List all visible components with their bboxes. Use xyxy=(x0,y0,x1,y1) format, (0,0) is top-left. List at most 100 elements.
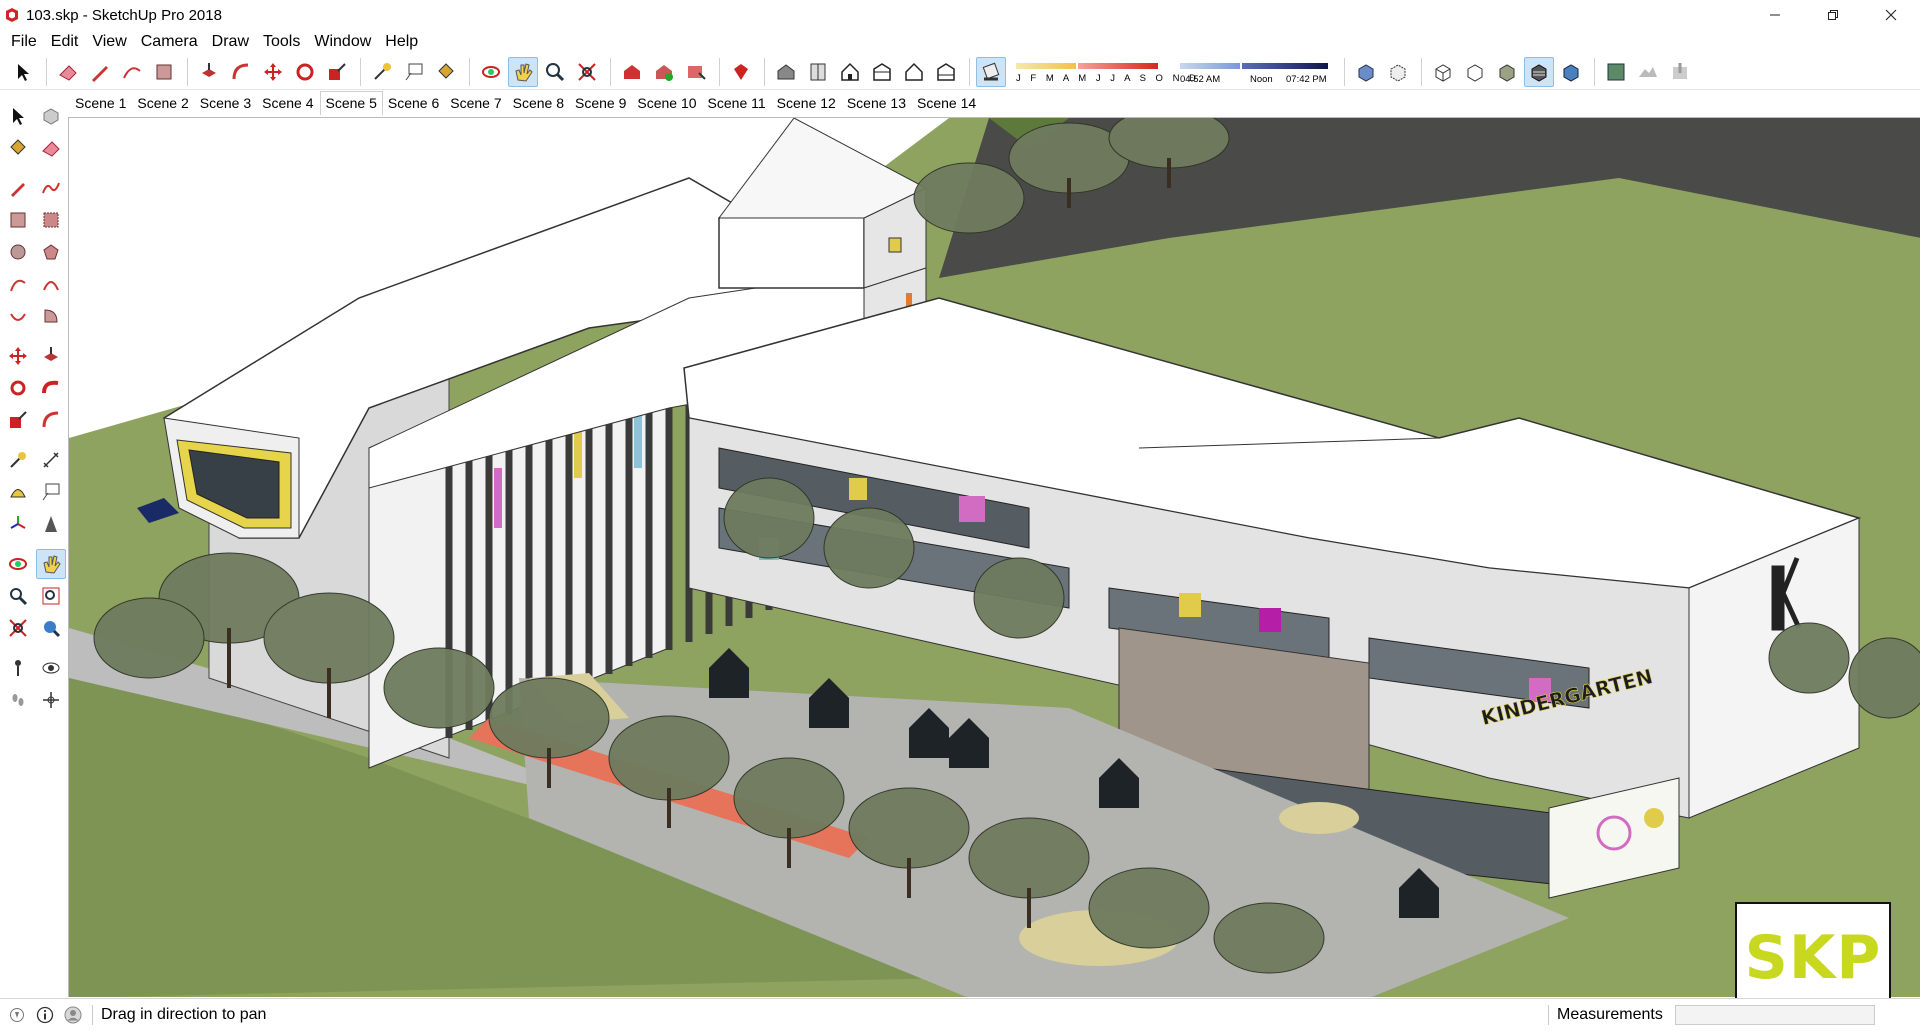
palette-arc-button[interactable] xyxy=(3,269,33,299)
palette-line-button[interactable] xyxy=(3,173,33,203)
tab-scene-14[interactable]: Scene 14 xyxy=(912,93,982,115)
credits-status[interactable] xyxy=(34,1004,56,1026)
tab-scene-7[interactable]: Scene 7 xyxy=(445,93,507,115)
eraser-tool-button[interactable] xyxy=(53,57,83,87)
menu-edit[interactable]: Edit xyxy=(44,33,86,51)
view-right-button[interactable] xyxy=(867,57,897,87)
extension-warehouse-button[interactable] xyxy=(726,57,756,87)
menu-draw[interactable]: Draw xyxy=(205,33,256,51)
minimize-button[interactable] xyxy=(1746,0,1804,30)
shapes-tool-button[interactable] xyxy=(149,57,179,87)
tab-scene-11[interactable]: Scene 11 xyxy=(703,93,772,115)
palette-orbit-button[interactable] xyxy=(3,549,33,579)
tab-scene-8[interactable]: Scene 8 xyxy=(508,93,570,115)
tab-scene-13[interactable]: Scene 13 xyxy=(842,93,912,115)
menu-tools[interactable]: Tools xyxy=(256,33,307,51)
shaded-style-button[interactable] xyxy=(1492,57,1522,87)
palette-zoom-extents-button[interactable] xyxy=(3,613,33,643)
arc-tool-button[interactable] xyxy=(117,57,147,87)
tab-scene-2[interactable]: Scene 2 xyxy=(132,93,194,115)
palette-3d-text-button[interactable] xyxy=(36,509,66,539)
palette-pie-button[interactable] xyxy=(36,301,66,331)
palette-pan-button[interactable] xyxy=(36,549,66,579)
zoom-extents-button[interactable] xyxy=(572,57,602,87)
palette-tape-button[interactable] xyxy=(3,445,33,475)
palette-position-camera-button[interactable] xyxy=(3,653,33,683)
tab-scene-5[interactable]: Scene 5 xyxy=(319,91,383,115)
palette-scale-button[interactable] xyxy=(3,405,33,435)
palette-rectangle-button[interactable] xyxy=(3,205,33,235)
palette-previous-view-button[interactable] xyxy=(36,613,66,643)
palette-walk-button[interactable] xyxy=(3,685,33,715)
tab-scene-9[interactable]: Scene 9 xyxy=(570,93,632,115)
shaded-textures-style-button[interactable] xyxy=(1524,56,1554,87)
palette-protractor-button[interactable] xyxy=(3,477,33,507)
paint-bucket-button[interactable] xyxy=(431,57,461,87)
palette-3pt-arc-button[interactable] xyxy=(3,301,33,331)
palette-rotated-rectangle-button[interactable] xyxy=(36,205,66,235)
palette-axes-button[interactable] xyxy=(3,509,33,539)
menu-window[interactable]: Window xyxy=(307,33,378,51)
palette-zoom-window-button[interactable] xyxy=(36,581,66,611)
menu-view[interactable]: View xyxy=(85,33,133,51)
menu-camera[interactable]: Camera xyxy=(134,33,205,51)
show-terrain-button[interactable] xyxy=(1633,57,1663,87)
tab-scene-12[interactable]: Scene 12 xyxy=(772,93,842,115)
model-viewport[interactable]: K KINDERGARTEN xyxy=(68,117,1920,997)
menu-help[interactable]: Help xyxy=(378,33,425,51)
warehouse-button[interactable] xyxy=(617,57,647,87)
palette-look-around-button[interactable] xyxy=(36,653,66,683)
palette-select-button[interactable] xyxy=(3,101,33,131)
palette-section-plane-button[interactable] xyxy=(36,685,66,715)
menu-file[interactable]: File xyxy=(4,33,44,51)
palette-paint-button[interactable] xyxy=(3,133,33,163)
wireframe-style-button[interactable] xyxy=(1428,57,1458,87)
palette-offset-button[interactable] xyxy=(36,405,66,435)
share-component-button[interactable] xyxy=(681,57,711,87)
pan-button[interactable] xyxy=(508,56,538,87)
view-iso-button[interactable] xyxy=(771,57,801,87)
palette-dimension-button[interactable] xyxy=(36,445,66,475)
view-left-button[interactable] xyxy=(931,57,961,87)
view-top-button[interactable] xyxy=(803,57,833,87)
offset-button[interactable] xyxy=(226,57,256,87)
measurements-input[interactable] xyxy=(1674,1005,1875,1025)
palette-zoom-button[interactable] xyxy=(3,581,33,611)
tab-scene-10[interactable]: Scene 10 xyxy=(632,93,702,115)
backedges-style-button[interactable] xyxy=(1383,57,1413,87)
palette-push-pull-button[interactable] xyxy=(36,341,66,371)
palette-rotate-button[interactable] xyxy=(3,373,33,403)
restore-button[interactable] xyxy=(1804,0,1862,30)
shadows-toggle-button[interactable] xyxy=(976,56,1006,87)
palette-move-button[interactable] xyxy=(3,341,33,371)
tab-scene-1[interactable]: Scene 1 xyxy=(70,93,132,115)
tape-measure-button[interactable] xyxy=(367,57,397,87)
palette-2pt-arc-button[interactable] xyxy=(36,269,66,299)
zoom-button[interactable] xyxy=(540,57,570,87)
photo-textures-button[interactable] xyxy=(1665,57,1695,87)
close-button[interactable] xyxy=(1862,0,1920,30)
scale-button[interactable] xyxy=(322,57,352,87)
line-tool-button[interactable] xyxy=(85,57,115,87)
move-button[interactable] xyxy=(258,57,288,87)
palette-freehand-button[interactable] xyxy=(36,173,66,203)
hidden-line-style-button[interactable] xyxy=(1460,57,1490,87)
palette-component-button[interactable] xyxy=(36,101,66,131)
text-button[interactable] xyxy=(399,57,429,87)
add-location-button[interactable] xyxy=(1601,57,1631,87)
shadow-time-slider[interactable]: 04:52 AM Noon 07:42 PM xyxy=(1180,57,1330,87)
palette-circle-button[interactable] xyxy=(3,237,33,267)
view-back-button[interactable] xyxy=(899,57,929,87)
tab-scene-6[interactable]: Scene 6 xyxy=(383,93,445,115)
palette-follow-me-button[interactable] xyxy=(36,373,66,403)
select-tool-button[interactable] xyxy=(8,57,38,87)
push-pull-button[interactable] xyxy=(194,57,224,87)
palette-text-button[interactable] xyxy=(36,477,66,507)
user-account-status[interactable] xyxy=(62,1004,84,1026)
rotate-button[interactable] xyxy=(290,57,320,87)
tab-scene-4[interactable]: Scene 4 xyxy=(257,93,319,115)
monochrome-style-button[interactable] xyxy=(1556,57,1586,87)
tab-scene-3[interactable]: Scene 3 xyxy=(195,93,257,115)
orbit-button[interactable] xyxy=(476,57,506,87)
xray-style-button[interactable] xyxy=(1351,57,1381,87)
